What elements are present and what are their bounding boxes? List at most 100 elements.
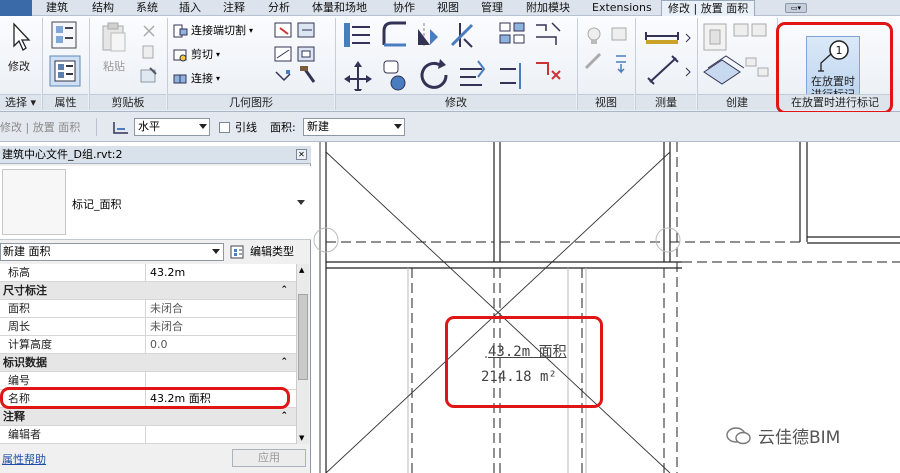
edit-type-button[interactable]: 编辑类型 [230, 243, 294, 261]
properties-scrollbar[interactable]: ▲ ▼ [296, 264, 309, 444]
ribbon-minimize-button[interactable]: ▭▾ [785, 3, 807, 13]
property-key: 周长 [8, 320, 30, 333]
highlight-name-row [0, 387, 290, 409]
leader-checkbox[interactable] [219, 122, 230, 133]
tab-architecture[interactable]: 建筑 [40, 0, 74, 16]
property-group-label: 尺寸标注 [3, 284, 47, 297]
options-bar: 修改 | 放置 面积 水平 引线 面积: 新建 [0, 112, 900, 142]
join-cut-button[interactable]: 连接端切割 ▾ [172, 22, 253, 40]
orientation-icon [113, 122, 128, 134]
select-panel-title[interactable]: 选择 ▾ [0, 94, 41, 110]
properties-footer: 属性帮助 应用 [0, 446, 311, 470]
tab-collaborate[interactable]: 协作 [387, 0, 421, 16]
property-group-label: 标识数据 [3, 356, 47, 369]
property-row[interactable]: 周长 未闭合 [0, 318, 296, 336]
cut-button[interactable]: 剪切 ▾ [172, 46, 220, 64]
highlight-tag-panel [776, 22, 893, 114]
watermark: 云佳德BIM [726, 423, 840, 448]
property-value[interactable]: 未闭合 [150, 300, 183, 317]
modify-tools-icons [344, 21, 561, 91]
tab-extensions[interactable]: Extensions [586, 0, 658, 16]
join-button[interactable]: 连接 ▾ [172, 70, 220, 88]
property-group-header[interactable]: 注释 ⌃ [0, 408, 296, 426]
view-tools-icons [584, 27, 627, 74]
join-cut-label: 连接端切割 [191, 24, 246, 37]
properties-icon [49, 21, 81, 87]
modify-panel-title: 修改 [336, 94, 576, 110]
apply-button[interactable]: 应用 [232, 449, 306, 467]
property-row[interactable]: 编辑者 [0, 426, 296, 444]
paste-label: 粘贴 [103, 60, 125, 73]
property-group-label: 注释 [3, 410, 25, 423]
area-label: 面积: [270, 121, 296, 134]
properties-title: 建筑中心文件_D组.rvt:2 ✕ [0, 146, 311, 164]
create-tools-icons [703, 23, 769, 85]
properties-grid: 标高 43.2m 尺寸标注 ⌃ 面积 未闭合 周长 未闭合 计算高度 0.0 标识数据 ⌃ 编号 名称 43… [0, 264, 296, 444]
tab-analyze[interactable]: 分析 [262, 0, 296, 16]
orientation-select[interactable]: 水平 [134, 118, 210, 136]
ribbon-tab-bar: 建筑 结构 系统 插入 注释 分析 体量和场地 协作 视图 管理 附加模块 Ex… [0, 0, 900, 17]
modify-label: 修改 [8, 60, 30, 73]
type-name: 标记_面积 [72, 198, 122, 211]
tab-annotate[interactable]: 注释 [217, 0, 251, 16]
collapse-icon[interactable]: ⌃ [280, 282, 288, 299]
tab-insert[interactable]: 插入 [173, 0, 207, 16]
measure-tools-icons [645, 32, 691, 85]
collapse-icon[interactable]: ⌃ [280, 408, 288, 425]
properties-help-link[interactable]: 属性帮助 [2, 451, 46, 467]
geometry-panel-title: 几何图形 [168, 94, 334, 110]
tab-systems[interactable]: 系统 [130, 0, 164, 16]
measure-panel-title: 测量 [636, 94, 696, 110]
geometry-tools-icons [274, 22, 316, 83]
property-row[interactable]: 计算高度 0.0 [0, 336, 296, 354]
area-select[interactable]: 新建 [303, 118, 405, 136]
modify-button[interactable]: 修改 [4, 20, 34, 90]
area-value: 新建 [307, 120, 329, 133]
clipboard-panel-title: 剪贴板 [90, 94, 166, 110]
property-key: 编辑者 [8, 428, 41, 441]
create-panel-title: 创建 [698, 94, 776, 110]
collapse-icon[interactable]: ⌃ [280, 354, 288, 371]
tab-modify-place-area[interactable]: 修改 | 放置 面积 [661, 0, 756, 17]
property-group-header[interactable]: 尺寸标注 ⌃ [0, 282, 296, 300]
tab-addins[interactable]: 附加模块 [520, 0, 576, 16]
property-key: 标高 [8, 266, 30, 279]
ribbon: 修改 选择 ▾ 属性 粘贴 剪贴板 连接端切割 ▾ 剪切 ▾ 连接 ▾ 几何图形… [0, 16, 900, 112]
tab-structure[interactable]: 结构 [86, 0, 120, 16]
join-label: 连接 [191, 72, 213, 85]
type-selector[interactable]: 标记_面积 [0, 166, 311, 240]
chevron-down-icon [297, 200, 305, 205]
property-value[interactable]: 0.0 [150, 336, 168, 353]
leader-label: 引线 [235, 121, 257, 134]
property-key: 计算高度 [8, 338, 52, 351]
tab-view[interactable]: 视图 [431, 0, 465, 16]
properties-panel-title: 属性 [43, 94, 88, 110]
properties-button[interactable] [48, 20, 82, 90]
view-panel-title: 视图 [578, 94, 634, 110]
app-menu-button[interactable] [0, 0, 32, 16]
cursor-arrow-icon [13, 22, 31, 51]
properties-palette: 建筑中心文件_D组.rvt:2 ✕ 标记_面积 新建 面积 编辑类型 标高 43.… [0, 146, 311, 473]
tab-manage[interactable]: 管理 [475, 0, 509, 16]
property-value[interactable]: 未闭合 [150, 318, 183, 335]
highlight-area-tag [445, 316, 603, 408]
property-group-header[interactable]: 标识数据 ⌃ [0, 354, 296, 372]
join-icon [173, 74, 187, 84]
instance-filter-select[interactable]: 新建 面积 [0, 243, 224, 261]
tab-massing-site[interactable]: 体量和场地 [306, 0, 373, 16]
edit-type-icon [230, 245, 244, 259]
close-icon[interactable]: ✕ [296, 149, 307, 160]
cut-label: 剪切 [191, 48, 213, 61]
join-cut-icon [173, 24, 188, 38]
cut-icon [173, 49, 187, 62]
options-context-label: 修改 | 放置 面积 [0, 121, 81, 134]
property-row[interactable]: 标高 43.2m [0, 264, 296, 282]
property-row[interactable]: 面积 未闭合 [0, 300, 296, 318]
paste-icon [102, 22, 126, 52]
scrollbar-thumb[interactable] [298, 294, 308, 380]
property-value[interactable]: 43.2m [150, 264, 185, 281]
paste-button[interactable]: 粘贴 [96, 20, 132, 90]
orientation-value: 水平 [138, 120, 160, 133]
wechat-icon [726, 426, 751, 444]
property-key: 面积 [8, 302, 30, 315]
